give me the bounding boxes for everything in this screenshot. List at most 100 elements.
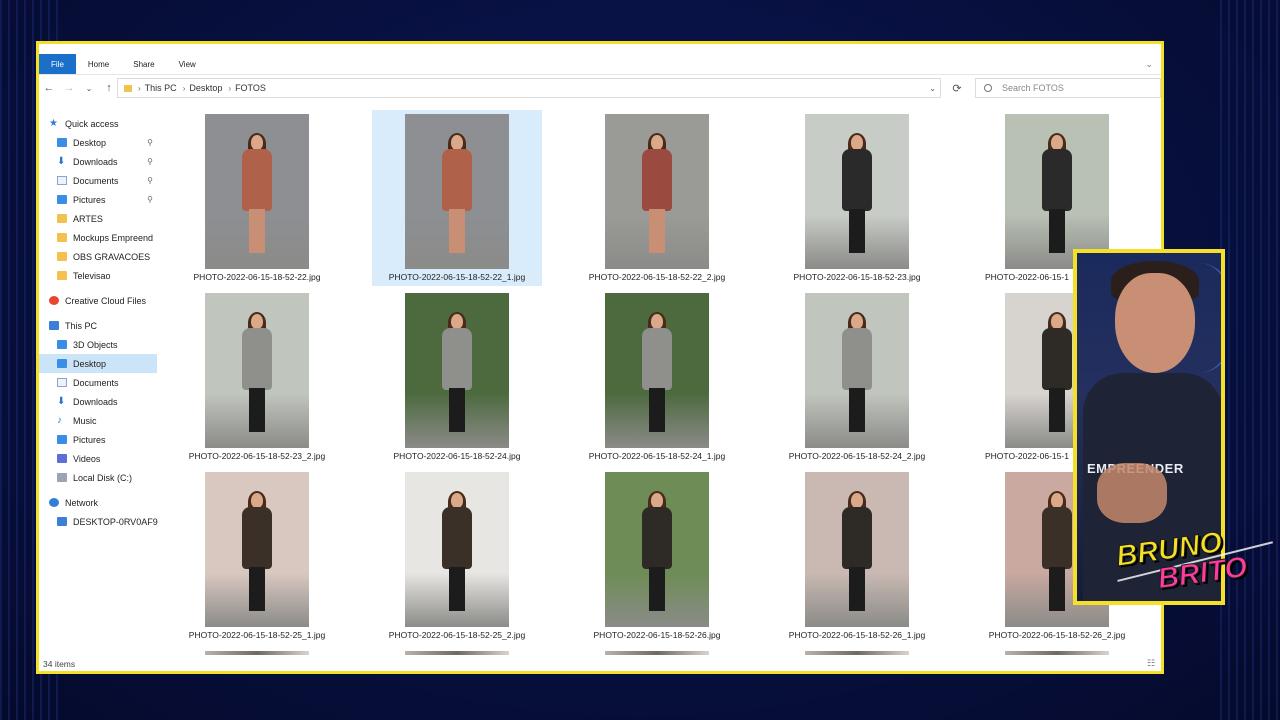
expand-ribbon-icon[interactable]: ⌄ [1145,54,1161,74]
file-name: PHOTO-2022-06-15-18-52-24_1.jpg [588,451,726,461]
disk-icon [57,473,67,482]
file-name: PHOTO-2022-06-15-18-52-24_2.jpg [788,451,926,461]
sidebar-item[interactable]: ⬇ Downloads [39,392,157,411]
sidebar-item-label: Desktop [73,358,107,369]
sidebar-item[interactable]: Local Disk (C:) [39,468,157,487]
breadcrumb-separator-icon: › [228,83,232,93]
file-tile[interactable] [972,647,1142,655]
presenter-hands [1097,463,1167,523]
back-arrow-icon[interactable]: ← [39,82,59,94]
tab-share[interactable]: Share [121,54,166,74]
file-tile[interactable]: PHOTO-2022-06-15-18-52-23.jpg [772,110,942,286]
file-tile[interactable] [572,647,742,655]
view-toggle-icons[interactable]: ☷ [1147,658,1155,669]
sidebar-item-label: This PC [65,320,98,331]
folder-icon [57,252,67,261]
sidebar-item-label: Pictures [73,434,106,445]
sidebar-item-label: Local Disk (C:) [73,472,133,483]
address-row: ← → ⌄ ↑ › This PC › Desktop › FOTOS ⌄ ⟳ … [39,76,1161,100]
tab-view[interactable]: View [167,54,208,74]
photo-thumbnail [405,651,509,655]
photo-thumbnail [1005,114,1109,269]
photo-thumbnail [405,114,509,269]
file-tile[interactable] [772,647,942,655]
sidebar-item[interactable]: OBS GRAVACOES [39,247,157,266]
sidebar-item[interactable]: DESKTOP-0RV0AF9 [39,512,158,531]
title-bar [39,44,1161,54]
file-tile[interactable]: PHOTO-2022-06-15-18-52-25_2.jpg [372,468,542,644]
videos-icon [57,454,67,463]
file-tile[interactable]: PHOTO-2022-06-15-18-52-24.jpg [372,289,542,465]
photo-thumbnail [1005,651,1109,655]
sidebar-item-label: Downloads [73,156,118,167]
photo-thumbnail [605,114,709,269]
file-name: PHOTO-2022-06-15-18-52-26.jpg [593,630,721,640]
sidebar-item[interactable]: Network [39,493,157,512]
folder-icon [57,214,67,223]
sidebar-item[interactable]: Creative Cloud Files [39,291,157,310]
file-tile[interactable]: PHOTO-2022-06-15-18-52-22_1.jpg [372,110,542,286]
photo-thumbnail [405,472,509,627]
file-grid: PHOTO-2022-06-15-18-52-22.jpg PHOTO-2022-… [159,110,1161,655]
computer-icon [49,321,59,330]
recent-locations-icon[interactable]: ⌄ [79,84,99,93]
refresh-icon[interactable]: ⟳ [947,78,967,98]
sidebar-item[interactable]: This PC [39,316,157,335]
address-bar[interactable]: › This PC › Desktop › FOTOS ⌄ [117,78,941,98]
photo-thumbnail [605,472,709,627]
file-tile[interactable] [172,647,342,655]
file-tile[interactable]: PHOTO-2022-06-15-18-52-26.jpg [572,468,742,644]
sidebar-item[interactable]: Documents [39,373,157,392]
address-dropdown-icon[interactable]: ⌄ [929,84,936,93]
sidebar-item[interactable]: Desktop ⚲ [39,133,157,152]
breadcrumb-fotos[interactable]: FOTOS [235,83,266,93]
photo-thumbnail [405,293,509,448]
sidebar-item-label: Downloads [73,396,118,407]
file-name: PHOTO-2022-06-15-18-52-22_2.jpg [588,272,726,282]
folder-icon [57,233,67,242]
file-name: PHOTO-2022-06-15-18-52-24.jpg [393,451,521,461]
breadcrumb-separator-icon: › [138,83,141,93]
file-name: PHOTO-2022-06-15-18-52-23_2.jpg [188,451,326,461]
file-tile[interactable] [372,647,542,655]
file-tile[interactable]: PHOTO-2022-06-15-18-52-26_1.jpg [772,468,942,644]
music-icon: ♪ [57,415,62,426]
file-tile[interactable]: PHOTO-2022-06-15-18-52-22.jpg [172,110,342,286]
sidebar-item[interactable]: ♪ Music [39,411,157,430]
tab-file[interactable]: File [39,54,76,74]
sidebar-item[interactable]: 3D Objects [39,335,157,354]
creative-cloud-icon [49,296,59,305]
sidebar-item[interactable]: ★ Quick access [39,114,157,133]
file-tile[interactable]: PHOTO-2022-06-15-18-52-24_1.jpg [572,289,742,465]
breadcrumb-separator-icon: › [182,83,186,93]
tab-home[interactable]: Home [76,54,121,74]
photo-thumbnail [205,293,309,448]
photo-thumbnail [805,293,909,448]
sidebar-item[interactable]: Televisao [39,266,157,285]
sidebar-item[interactable]: Pictures ⚲ [39,190,157,209]
photo-thumbnail [805,472,909,627]
sidebar-item[interactable]: Documents ⚲ [39,171,157,190]
sidebar-item[interactable]: Pictures [39,430,157,449]
photo-thumbnail [205,472,309,627]
sidebar-item[interactable]: Desktop [39,354,157,373]
file-tile[interactable]: PHOTO-2022-06-15-18-52-22_2.jpg [572,110,742,286]
sidebar-item[interactable]: Videos [39,449,157,468]
sidebar-item-label: Mockups Empreend [73,232,154,243]
file-tile[interactable]: PHOTO-2022-06-15-18-52-24_2.jpg [772,289,942,465]
sidebar-item[interactable]: ARTES [39,209,157,228]
file-tile[interactable]: PHOTO-2022-06-15-18-52-23_2.jpg [172,289,342,465]
breadcrumb-this-pc[interactable]: This PC [145,83,177,93]
search-placeholder: Search FOTOS [1002,83,1064,93]
forward-arrow-icon[interactable]: → [59,82,79,94]
sidebar-item[interactable]: ⬇ Downloads ⚲ [39,152,157,171]
sidebar-item-label: ARTES [73,213,103,224]
photo-thumbnail [205,114,309,269]
sidebar-item[interactable]: Mockups Empreend [39,228,157,247]
up-arrow-icon[interactable]: ↑ [99,82,119,94]
breadcrumb-desktop[interactable]: Desktop [189,83,222,93]
file-name: PHOTO-2022-06-15-18-52-22_1.jpg [388,272,526,282]
pictures-icon [57,435,67,444]
search-box[interactable]: Search FOTOS [975,78,1161,98]
file-tile[interactable]: PHOTO-2022-06-15-18-52-25_1.jpg [172,468,342,644]
